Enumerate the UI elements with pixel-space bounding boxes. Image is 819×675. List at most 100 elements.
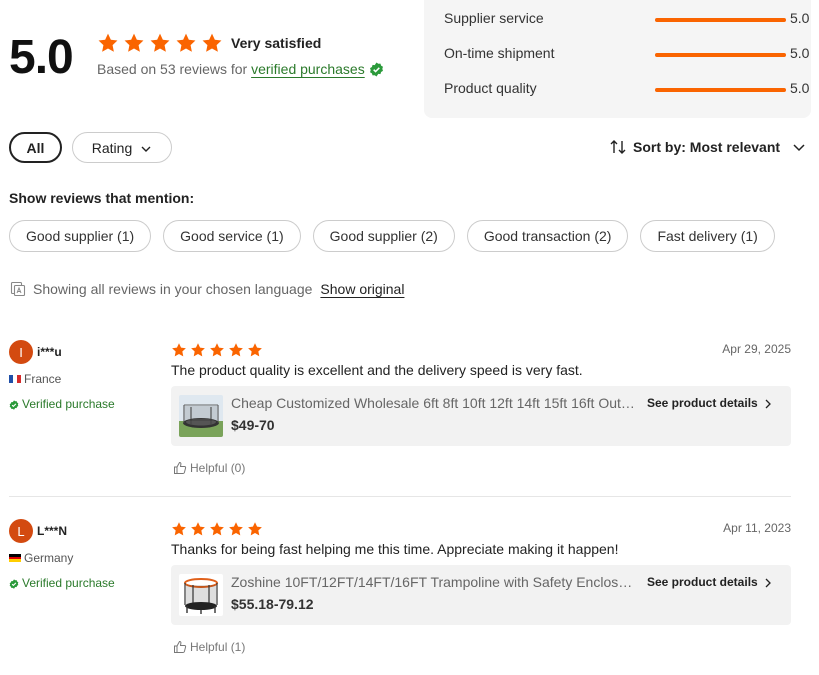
product-price: $55.18-79.12: [231, 596, 314, 612]
review-count-text: Based on 53 reviews for verified purchas…: [97, 61, 384, 77]
overall-score: 5.0: [9, 31, 74, 84]
verified-check-icon: [9, 578, 19, 589]
reviewer-name: i***u: [37, 345, 62, 359]
metric-label: Product quality: [444, 80, 537, 96]
rating-dropdown-label: Rating: [91, 139, 133, 156]
star-icon: [247, 342, 263, 358]
star-icon: [149, 32, 171, 54]
country-label: France: [24, 372, 62, 386]
filter-row: All Rating: [9, 132, 172, 163]
review-stars: [171, 342, 266, 358]
star-icon: [175, 32, 197, 54]
verified-check-icon: [9, 399, 19, 410]
star-icon: [190, 342, 206, 358]
metric-value: 5.0: [790, 80, 810, 96]
review-stars: [171, 521, 266, 537]
star-icon: [209, 342, 225, 358]
product-card[interactable]: Cheap Customized Wholesale 6ft 8ft 10ft …: [171, 386, 791, 446]
chevron-down-icon: [792, 140, 806, 154]
sort-icon: [609, 138, 627, 156]
star-icon: [209, 521, 225, 537]
details-label: See product details: [647, 575, 758, 589]
mention-tag[interactable]: Good service (1): [163, 220, 301, 252]
see-product-details-link[interactable]: See product details: [647, 396, 773, 410]
verified-label: Verified purchase: [22, 576, 115, 590]
helpful-button[interactable]: Helpful (1): [173, 640, 245, 654]
metric-value: 5.0: [790, 10, 810, 26]
reviewer-country: Germany: [9, 551, 73, 565]
product-card[interactable]: Zoshine 10FT/12FT/14FT/16FT Trampoline w…: [171, 565, 791, 625]
thumbs-up-icon: [173, 461, 187, 475]
metric-bar-fill: [655, 18, 786, 22]
see-product-details-link[interactable]: See product details: [647, 575, 773, 589]
metric-bar-fill: [655, 88, 786, 92]
product-thumbnail: [179, 395, 223, 437]
verified-check-icon: [369, 62, 384, 77]
star-icon: [228, 521, 244, 537]
verified-purchase-badge: Verified purchase: [9, 397, 115, 411]
metric-supplier-service: Supplier service 5.0: [444, 10, 809, 30]
verified-label: Verified purchase: [22, 397, 115, 411]
mention-tag[interactable]: Good supplier (1): [9, 220, 152, 252]
chevron-down-icon: [140, 142, 152, 154]
review-text: Thanks for being fast helping me this ti…: [171, 541, 619, 557]
rating-summary: 5.0 Very satisfied Based on 53 reviews f…: [9, 0, 429, 110]
overall-stars: Very satisfied: [97, 32, 321, 54]
metric-bar-fill: [655, 53, 786, 57]
mention-tag[interactable]: Good transaction (2): [466, 220, 629, 252]
rating-breakdown-panel: Supplier service 5.0 On-time shipment 5.…: [424, 0, 811, 118]
star-icon: [171, 342, 187, 358]
helpful-button[interactable]: Helpful (0): [173, 461, 245, 475]
details-label: See product details: [647, 396, 758, 410]
metric-bar: [655, 18, 786, 22]
metric-bar: [655, 53, 786, 57]
filter-rating-dropdown[interactable]: Rating: [72, 132, 172, 163]
mention-tag[interactable]: Good supplier (2): [312, 220, 455, 252]
metric-value: 5.0: [790, 45, 810, 61]
sort-dropdown[interactable]: Sort by: Most relevant: [609, 138, 806, 156]
chevron-right-icon: [763, 398, 773, 409]
review-date: Apr 11, 2023: [723, 521, 791, 535]
satisfaction-label: Very satisfied: [231, 35, 322, 51]
mentions-title: Show reviews that mention:: [9, 190, 195, 206]
metric-bar: [655, 88, 786, 92]
star-icon: [171, 521, 187, 537]
star-icon: [97, 32, 119, 54]
avatar: I: [9, 340, 33, 364]
review-text: The product quality is excellent and the…: [171, 362, 583, 378]
france-flag-icon: [9, 375, 21, 383]
thumbs-up-icon: [173, 640, 187, 654]
country-label: Germany: [24, 551, 74, 565]
star-icon: [190, 521, 206, 537]
avatar: L: [9, 519, 33, 543]
review-divider: [9, 496, 791, 497]
metric-label: Supplier service: [444, 10, 544, 26]
verified-purchases-link[interactable]: verified purchases: [251, 61, 365, 77]
sort-label: Sort by: Most relevant: [633, 139, 781, 155]
review-date: Apr 29, 2025: [722, 342, 791, 356]
chevron-right-icon: [763, 577, 773, 588]
product-title[interactable]: Zoshine 10FT/12FT/14FT/16FT Trampoline w…: [231, 574, 636, 590]
star-icon: [201, 32, 223, 54]
reviewer-name: L***N: [37, 524, 68, 538]
product-title[interactable]: Cheap Customized Wholesale 6ft 8ft 10ft …: [231, 395, 636, 411]
language-notice-text: Showing all reviews in your chosen langu…: [33, 281, 313, 297]
star-icon: [247, 521, 263, 537]
mention-tag[interactable]: Fast delivery (1): [640, 220, 775, 252]
star-icon: [228, 342, 244, 358]
helpful-label: Helpful (0): [190, 461, 246, 475]
show-original-link[interactable]: Show original: [320, 281, 404, 297]
metric-product-quality: Product quality 5.0: [444, 80, 809, 100]
metric-label: On-time shipment: [444, 45, 555, 61]
filter-all-button[interactable]: All: [9, 132, 62, 163]
based-on-label: Based on 53 reviews for: [97, 61, 248, 77]
star-icon: [123, 32, 145, 54]
mention-tags: Good supplier (1) Good service (1) Good …: [9, 220, 787, 252]
helpful-label: Helpful (1): [190, 640, 246, 654]
product-price: $49-70: [231, 417, 275, 433]
product-thumbnail: [179, 574, 223, 616]
verified-purchase-badge: Verified purchase: [9, 576, 115, 590]
reviewer-country: France: [9, 372, 61, 386]
metric-on-time-shipment: On-time shipment 5.0: [444, 45, 809, 65]
germany-flag-icon: [9, 554, 21, 562]
